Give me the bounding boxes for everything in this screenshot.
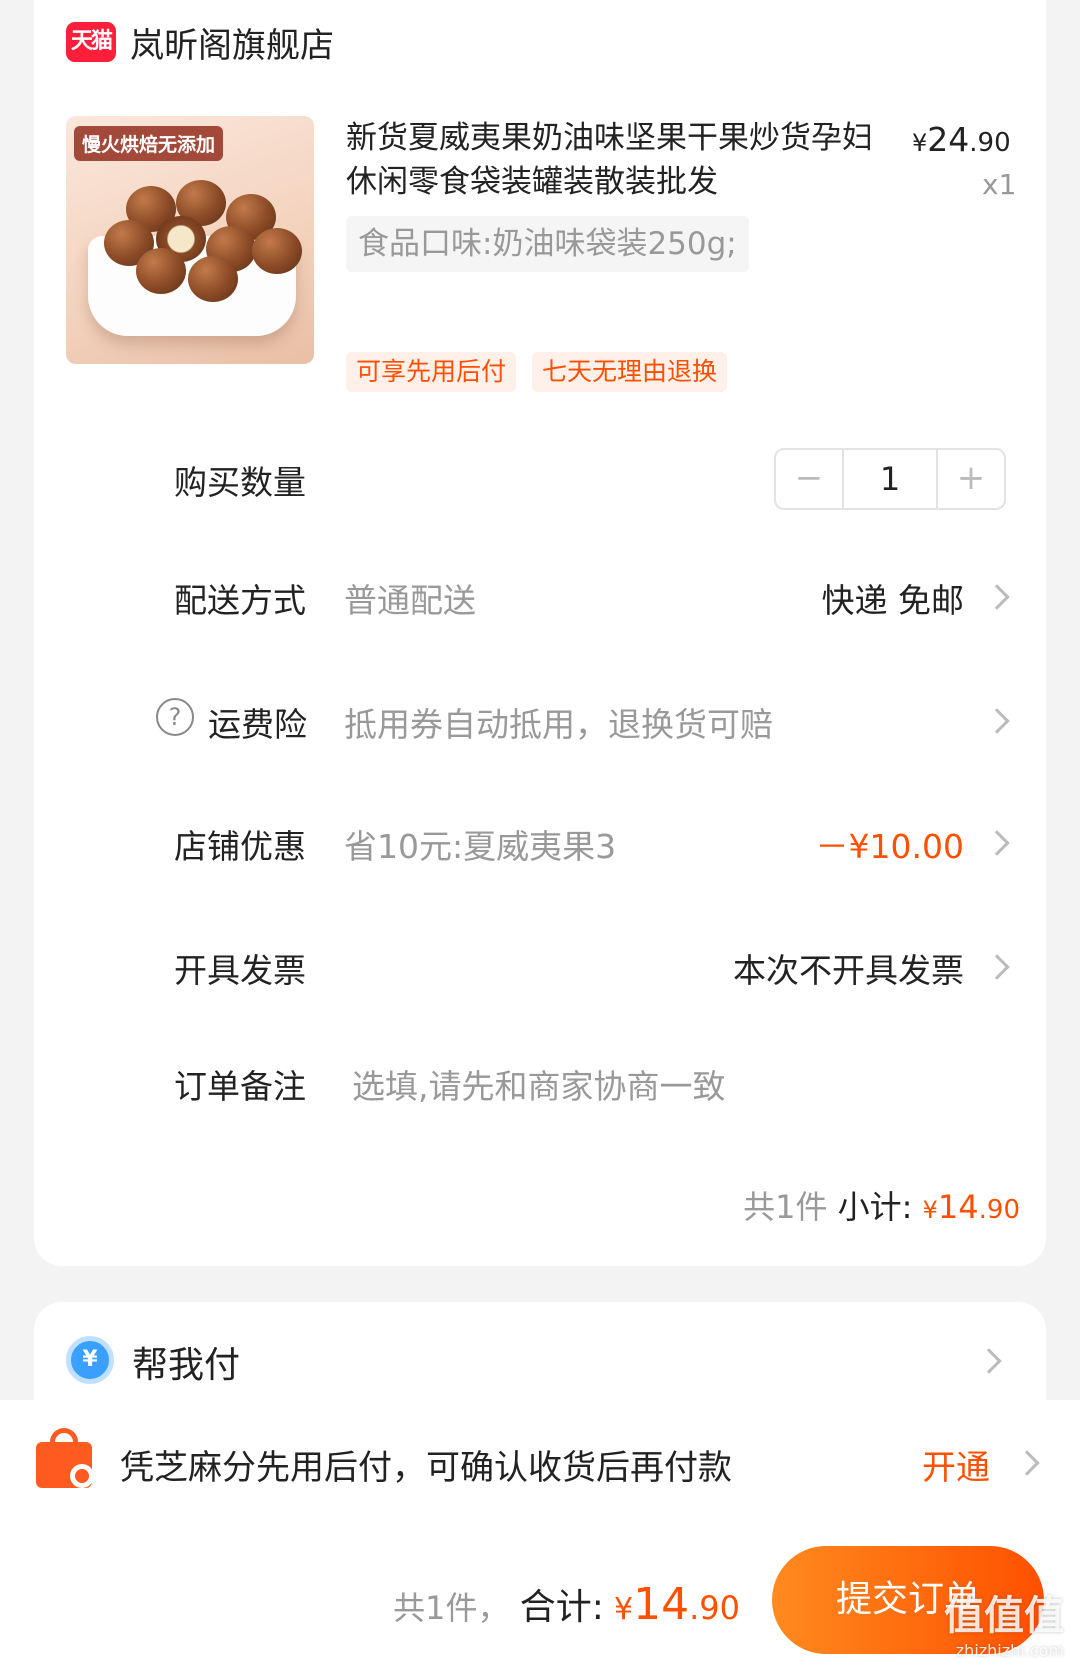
insurance-label: 运费险 [208,705,307,744]
store-name[interactable]: 岚昕阁旗舰店 [130,18,334,67]
delivery-method: 普通配送 [344,581,476,620]
site-watermark: 值值值 zhizhizhi.com [944,1593,1064,1660]
discount-desc: 省10元:夏威夷果3 [344,827,617,866]
quantity-label: 购买数量 [174,463,306,502]
increment-button[interactable]: + [938,450,1004,508]
tmall-logo-icon: 天猫 [66,22,116,62]
product-price: ¥24.90 [912,120,1011,159]
product-title[interactable]: 新货夏威夷果奶油味坚果干果炒货孕妇休闲零食袋装罐装散装批发 [346,116,886,204]
quantity-value[interactable]: 1 [842,450,938,508]
order-total: 共1件， 合计: ¥14.90 [393,1579,740,1630]
invoice-option[interactable]: 本次不开具发票 [733,944,964,992]
insurance-desc[interactable]: 抵用券自动抵用，退换货可赔 [344,698,773,746]
image-badge: 慢火烘焙无添加 [74,126,224,161]
enable-pay-later-link[interactable]: 开通 [922,1440,990,1489]
nut-graphic [188,256,238,302]
quantity-stepper[interactable]: − 1 + [774,448,1006,510]
delivery-option[interactable]: 快递 免邮 [822,574,965,622]
help-pay-label[interactable]: 帮我付 [132,1336,240,1388]
note-label: 订单备注 [174,1067,306,1106]
product-image[interactable]: 慢火烘焙无添加 [66,116,314,364]
nut-graphic [136,248,186,294]
decrement-button[interactable]: − [776,450,842,508]
discount-label: 店铺优惠 [174,827,306,866]
invoice-label: 开具发票 [174,951,306,990]
nut-graphic [252,228,302,274]
delivery-label: 配送方式 [174,581,306,620]
sku-selector[interactable]: 食品口味:奶油味袋装250g; [346,216,749,272]
product-quantity: x1 [982,168,1017,201]
discount-amount[interactable]: －¥10.00 [816,820,964,868]
pay-later-promo-text: 凭芝麻分先用后付，可确认收货后再付款 [120,1448,732,1488]
shopping-bag-icon [36,1428,96,1488]
subtotal: 共1件 小计: ¥14.90 [743,1188,1020,1226]
yuan-coin-icon: ¥ [66,1336,114,1384]
tag-pay-later: 可享先用后付 [346,352,517,392]
order-note-input[interactable]: 选填,请先和商家协商一致 [352,1060,726,1108]
help-question-icon[interactable]: ? [156,698,194,736]
tag-return-policy: 七天无理由退换 [532,352,728,392]
